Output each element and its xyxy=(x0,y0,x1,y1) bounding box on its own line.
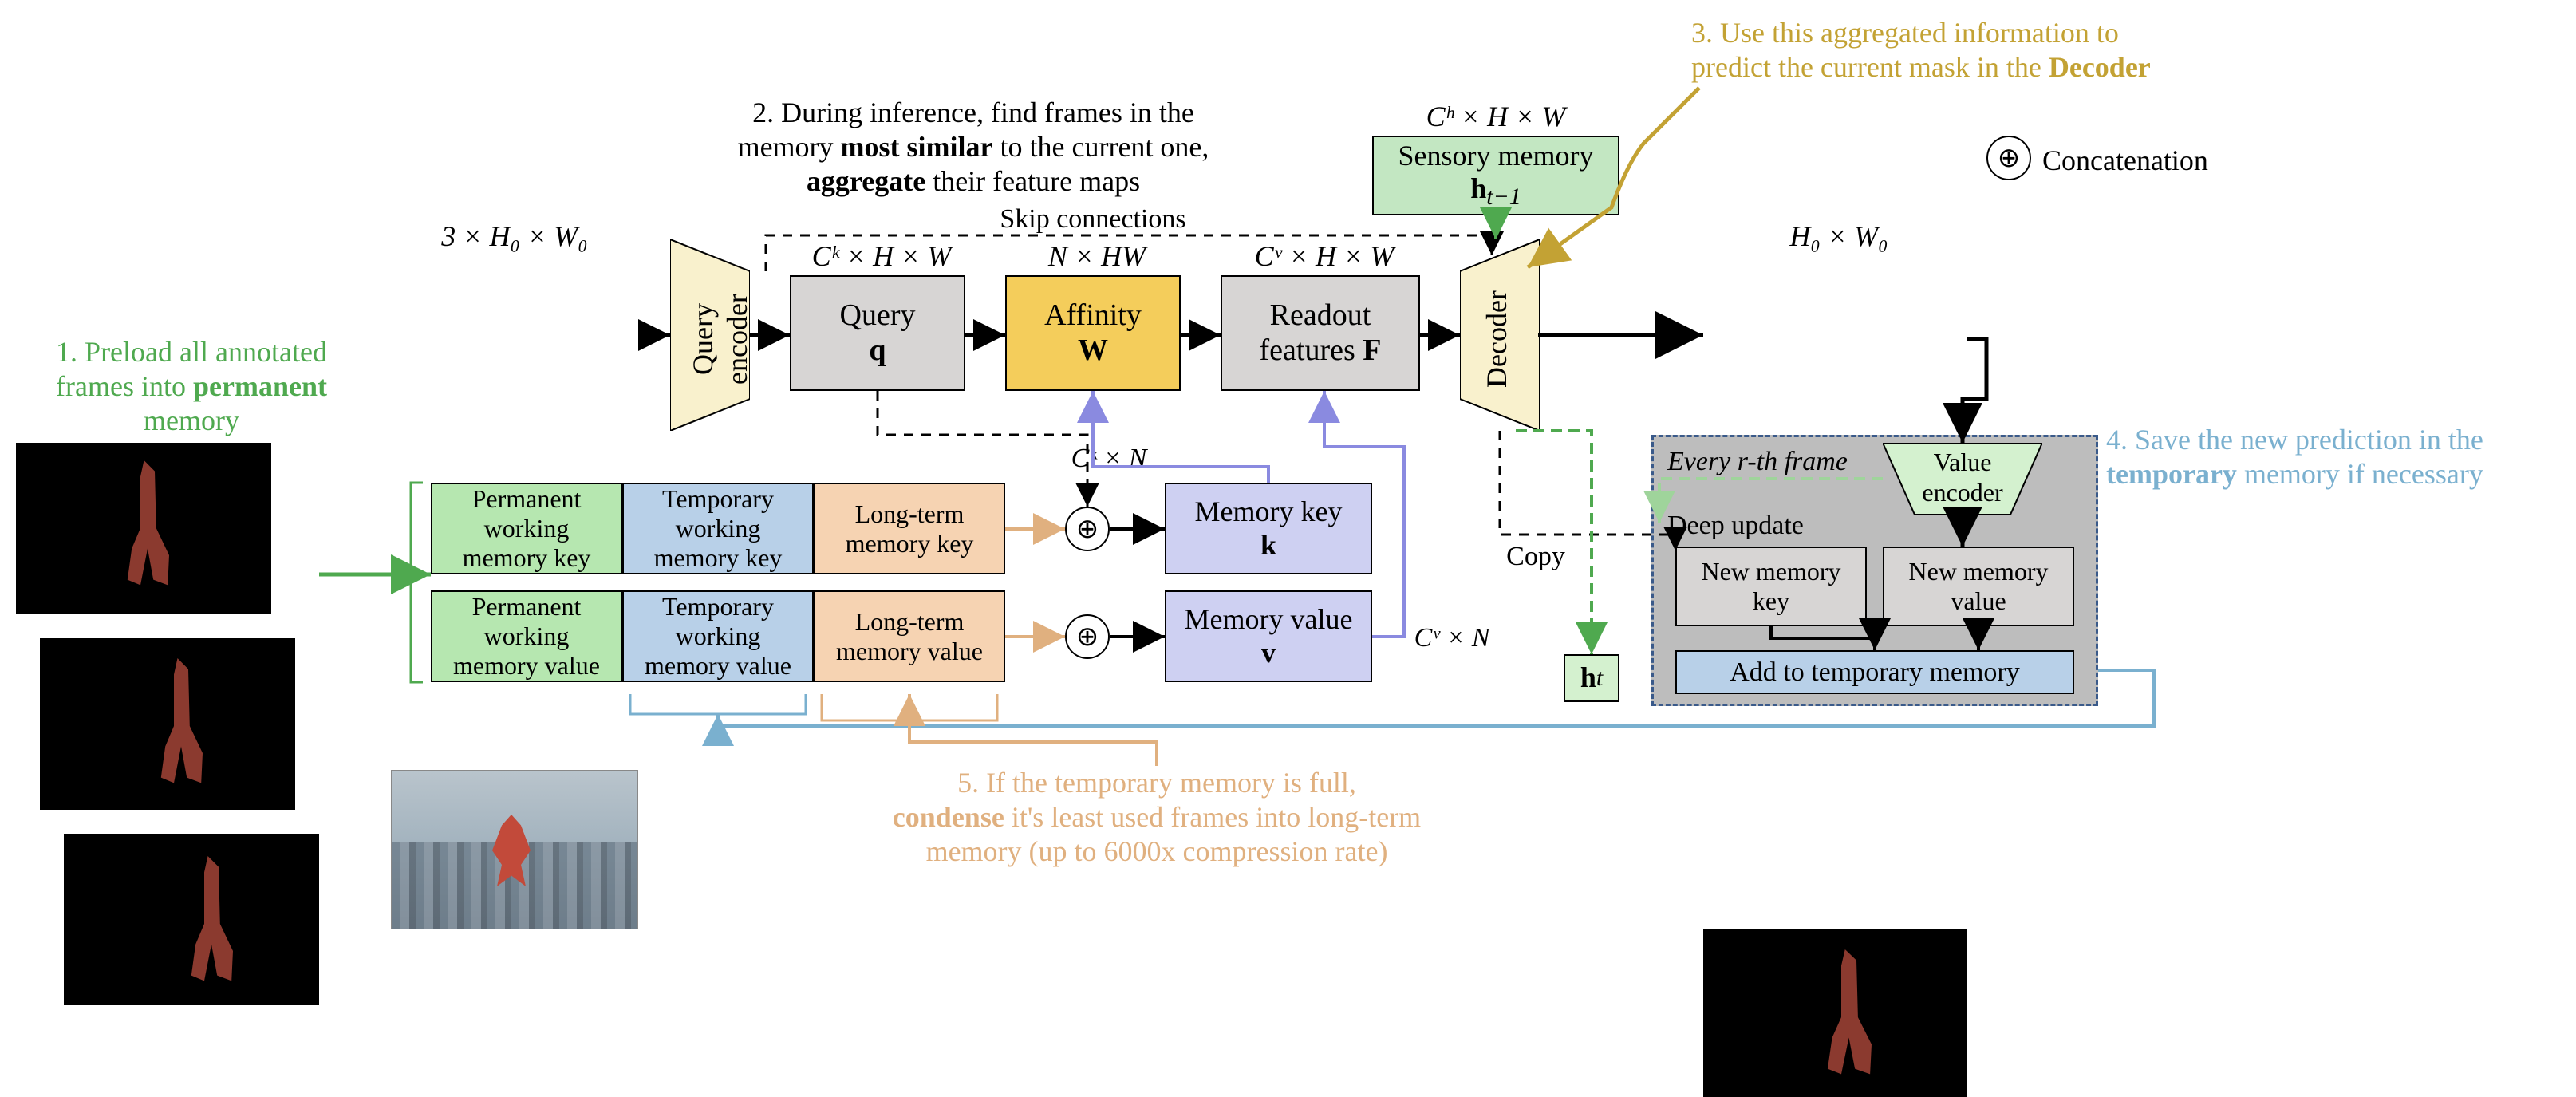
dim-sensory: Cʰ × H × W xyxy=(1404,100,1588,134)
query-block: Query q xyxy=(790,275,965,391)
step-5-caption: 5. If the temporary memory is full, cond… xyxy=(838,766,1476,870)
affinity-block: Affinity W xyxy=(1005,275,1181,391)
value-encoder-label: Value encoder xyxy=(1911,447,2014,508)
output-mask-image xyxy=(1703,929,1967,1097)
temporary-working-memory-key: Temporary working memory key xyxy=(622,483,814,574)
readout-block: Readout features F xyxy=(1221,275,1420,391)
dim-input: 3 × H₀ × W₀ xyxy=(403,219,626,254)
memory-key-block: Memory key k xyxy=(1165,483,1372,574)
step-4-caption: 4. Save the new prediction in the tempor… xyxy=(2106,423,2569,491)
memory-value-block: Memory value v xyxy=(1165,590,1372,682)
concat-icon: ⊕ xyxy=(1986,136,2031,180)
long-term-memory-value: Long-term memory value xyxy=(814,590,1005,682)
dim-affinity: N × HW xyxy=(1021,239,1173,274)
annotated-mask-frame-1 xyxy=(64,834,319,1005)
annotated-mask-frame-3 xyxy=(16,443,271,614)
ht-box: ht xyxy=(1564,654,1619,702)
dim-query: Cᵏ × H × W xyxy=(798,239,965,274)
concat-icon: ⊕ xyxy=(1065,614,1110,659)
skip-connections-label: Skip connections xyxy=(965,203,1221,236)
copy-label: Copy xyxy=(1492,541,1580,574)
decoder-label: Decoder xyxy=(1480,279,1520,399)
dim-memval: Cᵛ × N xyxy=(1396,622,1508,655)
every-r-frame-label: Every r-th frame xyxy=(1667,447,1907,477)
annotated-mask-frame-2 xyxy=(40,638,295,810)
concat-legend-label: Concatenation xyxy=(2042,144,2208,177)
long-term-memory-key: Long-term memory key xyxy=(814,483,1005,574)
concat-icon: ⊕ xyxy=(1065,507,1110,551)
dim-memkey: Cᵏ × N xyxy=(1053,443,1165,475)
permanent-working-memory-key: Permanent working memory key xyxy=(431,483,622,574)
step-2-caption: 2. During inference, find frames in the … xyxy=(694,96,1252,199)
step-3-caption: 3. Use this aggregated information to pr… xyxy=(1691,16,2266,85)
deep-update-label: Deep update xyxy=(1667,511,1843,541)
dim-output: H₀ × W₀ xyxy=(1771,219,1907,254)
input-frame-image xyxy=(391,770,638,929)
new-memory-value-block: New memory value xyxy=(1883,547,2074,626)
new-memory-key-block: New memory key xyxy=(1675,547,1867,626)
temporary-working-memory-value: Temporary working memory value xyxy=(622,590,814,682)
dim-readout: Cᵛ × H × W xyxy=(1233,239,1416,274)
architecture-diagram: 1. Preload all annotated frames into per… xyxy=(0,0,2576,882)
permanent-working-memory-value: Permanent working memory value xyxy=(431,590,622,682)
query-encoder-label: Query encoder xyxy=(686,275,726,403)
step-1-caption: 1. Preload all annotated frames into per… xyxy=(24,335,359,439)
add-to-temporary-memory-block: Add to temporary memory xyxy=(1675,650,2074,694)
sensory-memory-block: Sensory memory ht−1 xyxy=(1372,136,1619,215)
